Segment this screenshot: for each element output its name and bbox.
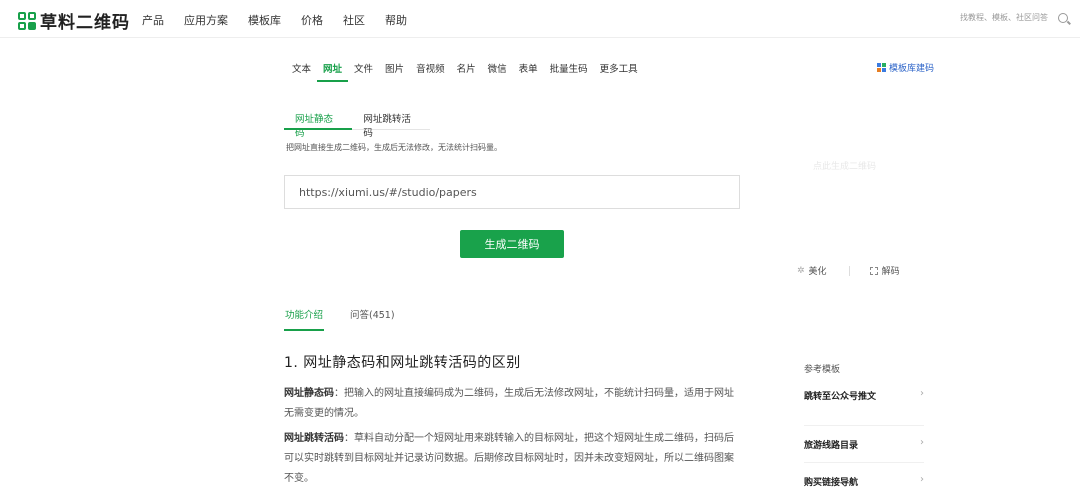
- decode-button[interactable]: 解码: [869, 264, 900, 277]
- reference-item-label: 旅游线路目录: [804, 441, 859, 451]
- nav-item-pricing[interactable]: 价格: [301, 12, 323, 28]
- article-heading: 1. 网址静态码和网址跳转活码的区别: [284, 355, 521, 371]
- tab-wechat[interactable]: 微信: [482, 57, 513, 82]
- reference-item[interactable]: 购买链接导航 ›: [804, 463, 924, 499]
- scan-icon: [869, 266, 878, 275]
- tab-business-card[interactable]: 名片: [451, 57, 482, 82]
- tab-batch[interactable]: 批量生码: [544, 57, 594, 82]
- tab-audio-video[interactable]: 音视频: [410, 57, 451, 82]
- mode-description: 把网址直接生成二维码，生成后无法修改，无法统计扫码量。: [286, 143, 502, 152]
- tab-dynamic-url[interactable]: 网址跳转活码: [352, 108, 430, 139]
- feature-article: 1. 网址静态码和网址跳转活码的区别 网址静态码：把输入的网址直接编码成为二维码…: [284, 352, 742, 494]
- url-mode-tabs: 网址静态码 网址跳转活码: [284, 108, 430, 139]
- beautify-button[interactable]: ✲ 美化: [797, 264, 827, 278]
- article-paragraph: 网址跳转活码：草料自动分配一个短网址用来跳转输入的目标网址，把这个短网址生成二维…: [284, 429, 742, 489]
- logo-text: 草料二维码: [40, 13, 130, 33]
- tab-image[interactable]: 图片: [379, 57, 410, 82]
- category-tabs: 文本 网址 文件 图片 音视频 名片 微信 表单 批量生码 更多工具: [286, 57, 644, 82]
- term-dynamic: 网址跳转活码: [284, 433, 344, 444]
- content-tabs: 功能介绍 问答(451): [284, 307, 421, 331]
- search-input[interactable]: 找教程、模板、社区问答: [960, 12, 1048, 23]
- tab-features[interactable]: 功能介绍: [284, 307, 325, 331]
- para-static-text: ：把输入的网址直接编码成为二维码，生成后无法修改网址，不能统计扫码量，适用于网址…: [284, 388, 734, 419]
- template-build-link[interactable]: 模板库建码: [877, 61, 934, 74]
- beautify-label: 美化: [808, 267, 827, 277]
- nav-item-templates[interactable]: 模板库: [248, 12, 281, 28]
- sparkle-icon: ✲: [797, 265, 805, 276]
- tab-form[interactable]: 表单: [513, 57, 544, 82]
- grid-icon: [877, 63, 886, 72]
- tab-text[interactable]: 文本: [286, 57, 317, 82]
- nav-item-community[interactable]: 社区: [343, 12, 365, 28]
- chevron-right-icon: ›: [920, 474, 924, 485]
- reference-item-label: 跳转至公众号推文: [804, 392, 877, 402]
- chevron-right-icon: ›: [920, 437, 924, 448]
- reference-item[interactable]: 跳转至公众号推文 ›: [804, 388, 924, 426]
- logo[interactable]: 草料二维码: [18, 8, 130, 33]
- decode-label: 解码: [881, 267, 900, 277]
- reference-templates: 参考模板 跳转至公众号推文 › 旅游线路目录 › 购买链接导航 ›: [804, 362, 924, 499]
- search-icon[interactable]: [1058, 12, 1068, 23]
- term-static: 网址静态码: [284, 388, 334, 399]
- search-box[interactable]: 找教程、模板、社区问答: [960, 12, 1068, 23]
- article-paragraph: 网址静态码：把输入的网址直接编码成为二维码，生成后无法修改网址，不能统计扫码量，…: [284, 384, 742, 424]
- divider: [848, 265, 850, 276]
- tab-qa[interactable]: 问答(451): [349, 307, 396, 331]
- top-bar: 草料二维码 产品 应用方案 模板库 价格 社区 帮助 找教程、模板、社区问答: [0, 0, 1080, 38]
- reference-item[interactable]: 旅游线路目录 ›: [804, 426, 924, 463]
- url-input[interactable]: [284, 175, 740, 209]
- logo-icon: [18, 11, 36, 30]
- para-dynamic-text: ：草料自动分配一个短网址用来跳转输入的目标网址，把这个短网址生成二维码，扫码后可…: [284, 433, 734, 484]
- chevron-right-icon: ›: [920, 388, 924, 399]
- nav-item-help[interactable]: 帮助: [385, 12, 407, 28]
- qr-preview-hint: 点此生成二维码: [813, 162, 877, 172]
- template-build-label: 模板库建码: [889, 64, 935, 74]
- nav-item-solutions[interactable]: 应用方案: [184, 12, 228, 28]
- reference-title: 参考模板: [804, 365, 841, 375]
- tab-more-tools[interactable]: 更多工具: [594, 57, 644, 82]
- qr-tools: ✲ 美化 解码: [797, 264, 900, 277]
- main-nav: 产品 应用方案 模板库 价格 社区 帮助: [142, 12, 427, 28]
- generate-button[interactable]: 生成二维码: [460, 230, 564, 258]
- tab-url[interactable]: 网址: [317, 57, 349, 82]
- tab-static-url[interactable]: 网址静态码: [284, 108, 353, 139]
- reference-item-label: 购买链接导航: [804, 478, 859, 488]
- tab-file[interactable]: 文件: [348, 57, 379, 82]
- nav-item-product[interactable]: 产品: [142, 12, 164, 28]
